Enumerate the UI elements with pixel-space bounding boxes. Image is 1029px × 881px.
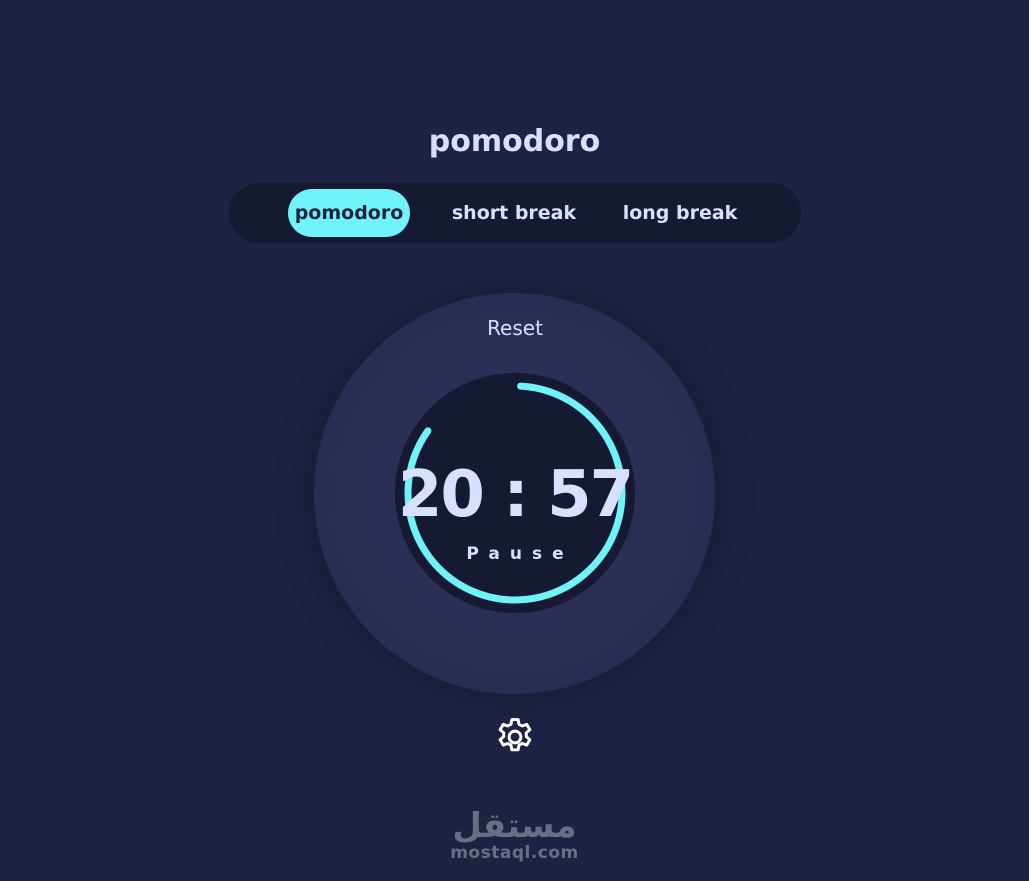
- gear-icon[interactable]: [493, 715, 537, 759]
- mode-selector: pomodoro short break long break: [229, 183, 801, 243]
- reset-button[interactable]: Reset: [465, 316, 565, 340]
- watermark-url: mostaql.com: [450, 843, 579, 863]
- pause-button[interactable]: Pause: [395, 544, 635, 564]
- tab-pomodoro[interactable]: pomodoro: [288, 189, 410, 237]
- time-display: 20 : 57: [397, 458, 634, 532]
- tab-long-break[interactable]: long break: [615, 189, 745, 237]
- page-title: pomodoro: [428, 124, 601, 159]
- tab-short-break[interactable]: short break: [445, 189, 583, 237]
- watermark-logo: مستقل: [452, 806, 577, 846]
